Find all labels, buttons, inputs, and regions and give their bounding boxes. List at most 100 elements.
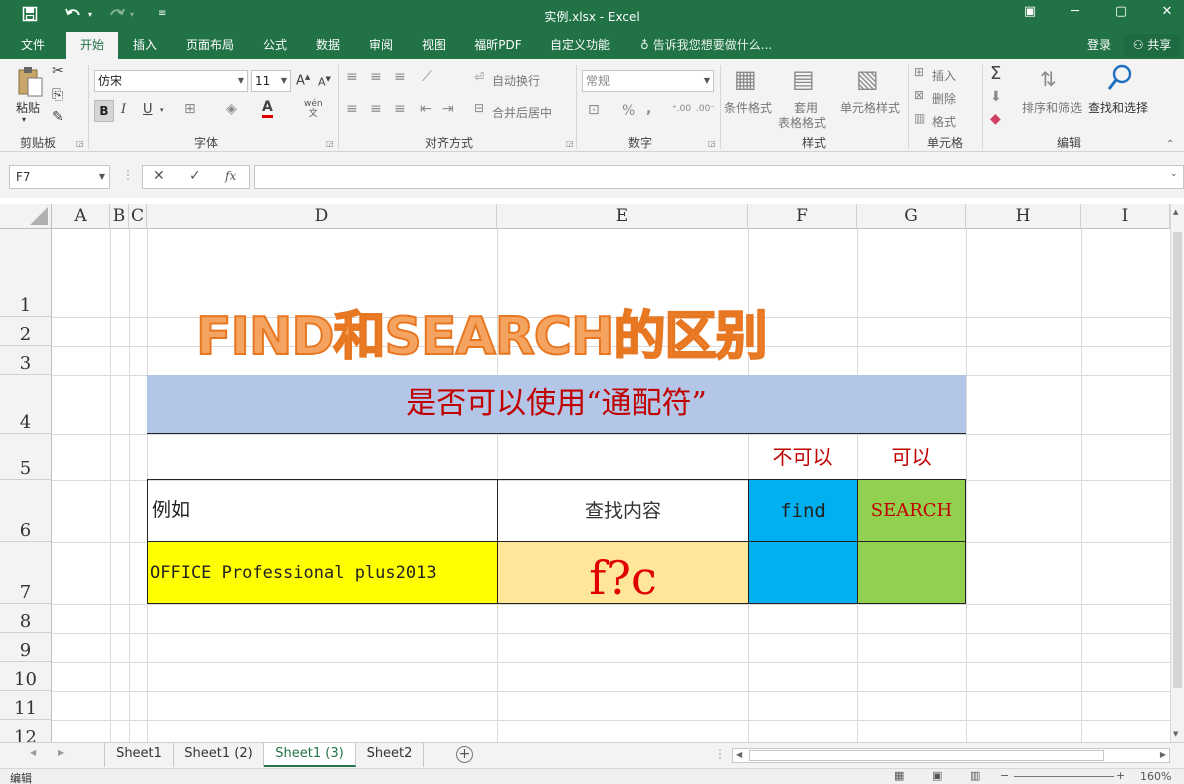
insert-cells-icon[interactable]: ⊞ bbox=[914, 65, 924, 79]
cell-d7[interactable]: OFFICE Professional plus2013 bbox=[147, 541, 498, 604]
cell-f7-selected[interactable] bbox=[748, 541, 858, 604]
column-header-i[interactable]: I bbox=[1081, 204, 1170, 229]
autosum-button[interactable]: Σ bbox=[990, 63, 1001, 84]
number-launcher-icon[interactable]: ◲ bbox=[708, 139, 716, 148]
tab-view[interactable]: 视图 bbox=[413, 32, 455, 59]
find-select-icon[interactable] bbox=[1106, 63, 1134, 93]
cell-styles-button[interactable]: 单元格样式 bbox=[840, 99, 900, 116]
column-header-g[interactable]: G bbox=[857, 204, 966, 229]
sheet-tab-sheet1[interactable]: Sheet1 bbox=[104, 743, 174, 767]
tab-page-layout[interactable]: 页面布局 bbox=[178, 32, 242, 59]
cell-f6[interactable]: find bbox=[748, 479, 858, 542]
orientation-icon[interactable]: ⟋ bbox=[422, 69, 432, 85]
merge-center-icon[interactable]: ⊟ bbox=[474, 101, 484, 115]
scroll-thumb[interactable] bbox=[1173, 232, 1182, 688]
paste-button-label[interactable]: 粘贴 bbox=[16, 99, 40, 116]
cell-g7[interactable] bbox=[857, 541, 966, 604]
cancel-edit-button[interactable]: ✕ bbox=[153, 168, 165, 184]
delete-cells-button[interactable]: 删除 bbox=[932, 90, 956, 107]
column-header-b[interactable]: B bbox=[110, 204, 129, 229]
column-header-e[interactable]: E bbox=[497, 204, 748, 229]
column-header-h[interactable]: H bbox=[966, 204, 1081, 229]
scroll-up-icon[interactable]: ▲ bbox=[1173, 208, 1178, 216]
format-cells-icon[interactable]: ▥ bbox=[914, 111, 925, 125]
row-header-9[interactable]: 9 bbox=[0, 633, 52, 662]
italic-button[interactable]: I bbox=[121, 102, 126, 117]
row-header-12[interactable]: 12 bbox=[0, 720, 52, 742]
expand-formula-bar-icon[interactable]: ⌄ bbox=[1170, 169, 1178, 179]
tab-file[interactable]: 文件 bbox=[10, 32, 56, 59]
copy-icon[interactable]: ⎘ bbox=[52, 87, 63, 103]
find-select-button[interactable]: 查找和选择 bbox=[1088, 99, 1148, 116]
column-header-a[interactable]: A bbox=[52, 204, 110, 229]
row-header-3[interactable]: 3 bbox=[0, 346, 52, 375]
sheet-tab-sheet2[interactable]: Sheet2 bbox=[356, 743, 424, 767]
tab-insert[interactable]: 插入 bbox=[124, 32, 166, 59]
collapse-ribbon-icon[interactable]: ⌃ bbox=[1166, 139, 1174, 150]
share-button[interactable]: ⚇ 共享 bbox=[1124, 34, 1180, 57]
row-header-8[interactable]: 8 bbox=[0, 604, 52, 633]
column-header-c[interactable]: C bbox=[129, 204, 147, 229]
number-format-select[interactable]: 常规 ▼ bbox=[582, 70, 714, 92]
borders-icon[interactable]: ⊞ bbox=[184, 101, 196, 117]
column-header-f[interactable]: F bbox=[748, 204, 857, 229]
tab-data[interactable]: 数据 bbox=[307, 32, 349, 59]
wrap-text-icon[interactable]: ⏎ bbox=[474, 70, 484, 84]
paste-icon[interactable] bbox=[14, 65, 46, 99]
font-launcher-icon[interactable]: ◲ bbox=[326, 139, 334, 148]
close-icon[interactable]: ✕ bbox=[1152, 4, 1182, 19]
shrink-font-icon[interactable]: A▼ bbox=[318, 75, 331, 89]
insert-cells-button[interactable]: 插入 bbox=[932, 67, 956, 84]
tab-custom[interactable]: 自定义功能 bbox=[543, 32, 617, 59]
format-as-table-button-line2[interactable]: 表格格式 bbox=[778, 114, 826, 131]
sheet-tab-sheet1-3[interactable]: Sheet1 (3) bbox=[264, 743, 356, 767]
column-header-d[interactable]: D bbox=[147, 204, 497, 229]
tab-review[interactable]: 审阅 bbox=[360, 32, 402, 59]
cell-styles-icon[interactable]: ▧ bbox=[856, 65, 879, 93]
fill-icon[interactable]: ⬇ bbox=[990, 89, 1002, 105]
tell-me-search[interactable]: ♁ 告诉我您想要做什么... bbox=[640, 32, 772, 59]
page-break-view-icon[interactable]: ▥ bbox=[970, 769, 980, 782]
align-top-icon[interactable]: ≡ bbox=[346, 69, 358, 85]
merge-center-button[interactable]: 合并后居中 bbox=[492, 104, 552, 121]
align-right-icon[interactable]: ≡ bbox=[394, 101, 406, 117]
paste-dropdown-icon[interactable]: ▾ bbox=[22, 115, 26, 124]
increase-indent-icon[interactable]: ⇥ bbox=[442, 101, 454, 117]
row-header-1[interactable]: 1 bbox=[0, 229, 52, 317]
fill-color-icon[interactable]: ◈ bbox=[226, 101, 237, 117]
vertical-scrollbar[interactable]: ▲ ▼ bbox=[1170, 204, 1184, 742]
page-layout-view-icon[interactable]: ▣ bbox=[932, 769, 942, 782]
horizontal-scroll-thumb[interactable] bbox=[749, 750, 1104, 761]
select-all-button[interactable] bbox=[0, 204, 52, 229]
currency-icon[interactable]: ⊡ bbox=[588, 102, 600, 118]
font-name-select[interactable]: 仿宋 ▼ bbox=[94, 70, 248, 92]
tab-formulas[interactable]: 公式 bbox=[254, 32, 296, 59]
add-sheet-icon[interactable]: + bbox=[456, 746, 473, 763]
scroll-tabs-right-icon[interactable]: ▶ bbox=[58, 748, 64, 757]
align-middle-icon[interactable]: ≡ bbox=[370, 69, 382, 85]
cell-e7[interactable]: f?c bbox=[497, 541, 749, 604]
formula-input[interactable] bbox=[254, 165, 1184, 189]
zoom-slider[interactable] bbox=[1014, 776, 1114, 777]
scroll-down-icon[interactable]: ▼ bbox=[1173, 730, 1178, 738]
confirm-edit-button[interactable]: ✓ bbox=[189, 168, 201, 184]
wrap-text-button[interactable]: 自动换行 bbox=[492, 72, 540, 89]
splitter-handle-icon[interactable]: ⋮ bbox=[122, 168, 134, 182]
font-color-icon[interactable]: A bbox=[262, 100, 273, 118]
wordart-title[interactable]: FIND和SEARCH的区别 bbox=[196, 302, 836, 372]
grow-font-icon[interactable]: A▲ bbox=[296, 73, 310, 88]
minimize-icon[interactable]: ─ bbox=[1060, 4, 1090, 19]
cell-e6[interactable]: 查找内容 bbox=[497, 479, 749, 542]
phonetic-guide-icon[interactable]: wén 文 bbox=[304, 99, 323, 119]
conditional-formatting-icon[interactable]: ▦ bbox=[734, 65, 757, 93]
comma-button[interactable]: , bbox=[646, 101, 651, 117]
row-header-2[interactable]: 2 bbox=[0, 317, 52, 346]
clipboard-launcher-icon[interactable]: ◲ bbox=[76, 139, 84, 148]
scroll-tabs-left-icon[interactable]: ◀ bbox=[30, 748, 36, 757]
align-left-icon[interactable]: ≡ bbox=[346, 101, 358, 117]
format-as-table-icon[interactable]: ▤ bbox=[792, 65, 815, 93]
percent-button[interactable]: % bbox=[622, 103, 635, 119]
insert-function-button[interactable]: fx bbox=[225, 169, 236, 183]
alignment-launcher-icon[interactable]: ◲ bbox=[566, 139, 574, 148]
tab-home[interactable]: 开始 bbox=[66, 32, 118, 59]
